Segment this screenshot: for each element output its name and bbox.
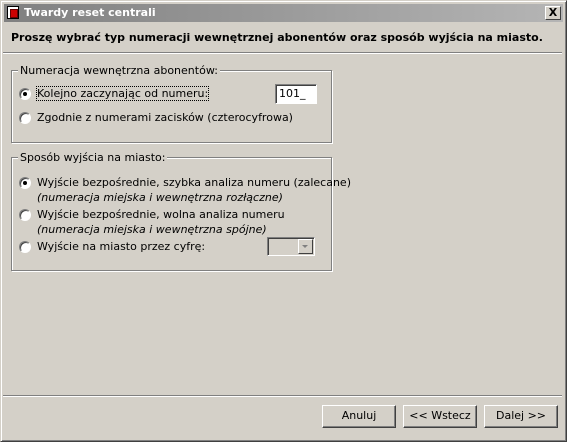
radio-digit-label[interactable]: Wyjście na miasto przez cyfrę: bbox=[37, 240, 205, 253]
radio-slow-label[interactable]: Wyjście bezpośrednie, wolna analiza nume… bbox=[37, 208, 285, 221]
header-divider bbox=[3, 52, 562, 54]
title-bar: Twardy reset centrali X bbox=[4, 4, 563, 22]
start-number-input[interactable]: 101_ bbox=[275, 84, 317, 104]
back-button[interactable]: << Wstecz bbox=[403, 405, 477, 428]
radio-slow-button[interactable] bbox=[19, 209, 31, 221]
radio-terminals-label[interactable]: Zgodnie z numerami zacisków (czterocyfro… bbox=[37, 111, 293, 124]
outside-group-label: Sposób wyjścia na miasto: bbox=[18, 151, 168, 164]
numbering-group-label: Numeracja wewnętrzna abonentów: bbox=[18, 64, 220, 77]
instruction-text: Proszę wybrać typ numeracji wewnętrznej … bbox=[11, 31, 543, 44]
radio-digit-button[interactable] bbox=[19, 241, 31, 253]
radio-fast-button[interactable] bbox=[19, 177, 31, 189]
radio-terminals-button[interactable] bbox=[19, 112, 31, 124]
digit-select-value bbox=[270, 240, 298, 253]
footer-divider bbox=[3, 395, 562, 397]
numbering-group: Numeracja wewnętrzna abonentów: bbox=[11, 64, 332, 143]
radio-sequential-button[interactable] bbox=[19, 88, 31, 100]
cancel-button[interactable]: Anuluj bbox=[322, 405, 396, 428]
radio-sequential-label[interactable]: Kolejno zaczynając od numeru: bbox=[35, 86, 210, 101]
next-button[interactable]: Dalej >> bbox=[484, 405, 558, 428]
radio-slow-note: (numeracja miejska i wewnętrzna spójne) bbox=[37, 223, 267, 236]
chevron-down-icon[interactable] bbox=[298, 239, 313, 254]
close-button[interactable]: X bbox=[545, 6, 561, 20]
radio-fast-label[interactable]: Wyjście bezpośrednie, szybka analiza num… bbox=[37, 176, 351, 189]
window-title: Twardy reset centrali bbox=[24, 6, 156, 19]
digit-select[interactable] bbox=[267, 237, 315, 256]
radio-fast-note: (numeracja miejska i wewnętrzna rozłączn… bbox=[37, 191, 283, 204]
app-icon bbox=[7, 6, 19, 19]
